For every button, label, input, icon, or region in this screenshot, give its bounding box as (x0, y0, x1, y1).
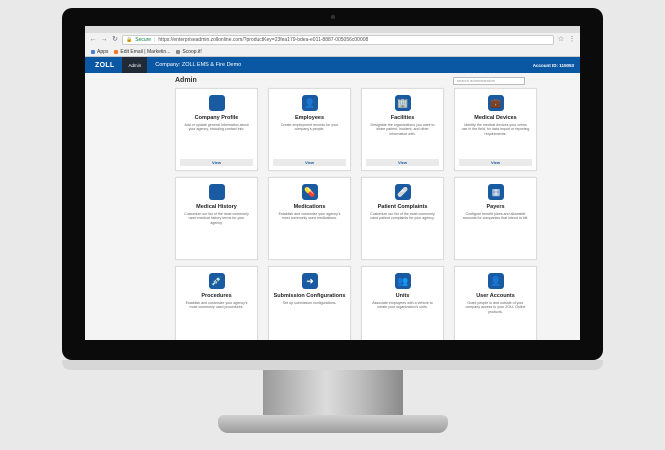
card-title: Medications (293, 204, 326, 210)
card-payers[interactable]: ▦ Payers Configure benefit plans and all… (454, 177, 537, 260)
browser-toolbar: ← → ↻ 🔒 Secure | https://enterpriseadmin… (85, 33, 580, 47)
user-account-icon: 👤 (488, 273, 504, 289)
company-icon (209, 95, 225, 111)
bookmark-edit-email[interactable]: Edit Email | Marketin... (114, 49, 170, 55)
screen: ← → ↻ 🔒 Secure | https://enterpriseadmin… (85, 26, 580, 340)
card-company-profile[interactable]: Company Profile Add or update general in… (175, 88, 258, 171)
calculator-icon: ▦ (488, 184, 504, 200)
card-description: Designate the organizations you want to … (370, 123, 435, 136)
app-header: ZOLL Admin Company: ZOLL EMS & Fire Demo… (85, 57, 580, 73)
bookmark-label: Edit Email | Marketin... (120, 48, 171, 55)
card-description: Grant people in and outside of your comp… (465, 301, 526, 314)
card-title: Submission Configurations (273, 293, 346, 299)
card-description: Configure benefit plans and allowable am… (462, 212, 529, 221)
medical-device-icon: 💼 (488, 95, 504, 111)
card-submission-configurations[interactable]: ➜ Submission Configurations Set up submi… (268, 266, 351, 340)
medical-history-icon (209, 184, 225, 200)
view-button[interactable]: View (180, 159, 253, 166)
bandage-icon: 🩹 (395, 184, 411, 200)
card-medical-devices[interactable]: 💼 Medical Devices Identify the medical d… (454, 88, 537, 171)
page-title: Admin (175, 77, 197, 84)
url-text: https://enterpriseadmin.zollonline.com/?… (158, 37, 369, 43)
card-description: Identify the medical devices your crews … (461, 123, 530, 136)
monitor-base (218, 415, 448, 433)
syringe-icon: 💉 (209, 273, 225, 289)
apps-grid-icon (91, 49, 95, 54)
card-user-accounts[interactable]: 👤 User Accounts Grant people in and outs… (454, 266, 537, 340)
card-employees[interactable]: 👤 Employees Create employment records fo… (268, 88, 351, 171)
company-name: Company: ZOLL EMS & Fire Demo (155, 62, 242, 68)
card-description: Add or update general information about … (184, 123, 249, 132)
card-description: Associate employees with a vehicle to cr… (372, 301, 433, 310)
card-title: Payers (486, 204, 505, 210)
card-description: Customize our list of the most commonly … (370, 212, 435, 221)
card-medications[interactable]: 💊 Medications Establish and customize yo… (268, 177, 351, 260)
bookmark-apps[interactable]: Apps (91, 49, 108, 55)
card-title: Facilities (390, 115, 415, 121)
main-content: Admin search administration Company Prof… (85, 73, 580, 340)
card-title: Units (395, 293, 410, 299)
bookmark-label: Apps (97, 48, 109, 55)
search-input[interactable]: search administration (453, 77, 525, 85)
monitor-stand (263, 370, 403, 420)
page-icon (176, 49, 181, 54)
card-description: Establish and customize your agency's mo… (185, 301, 248, 310)
card-title: Employees (294, 115, 325, 121)
card-patient-complaints[interactable]: 🩹 Patient Complaints Customize our list … (361, 177, 444, 260)
card-description: Create employment records for your compa… (280, 123, 339, 132)
menu-icon[interactable]: ⋮ (568, 36, 576, 44)
camera-icon (331, 15, 335, 19)
view-button[interactable]: View (459, 159, 532, 166)
monitor-chin (62, 360, 603, 370)
card-title: Patient Complaints (377, 204, 428, 210)
view-button[interactable]: View (273, 159, 346, 166)
card-units[interactable]: 👥 Units Associate employees with a vehic… (361, 266, 444, 340)
card-facilities[interactable]: 🏢 Facilities Designate the organizations… (361, 88, 444, 171)
card-medical-history[interactable]: Medical History Customize our list of th… (175, 177, 258, 260)
card-title: User Accounts (476, 293, 515, 299)
tab-admin[interactable]: Admin (122, 57, 148, 73)
card-title: Company Profile (194, 115, 239, 121)
facility-icon: 🏢 (395, 95, 411, 111)
account-id: Account ID: 115053 (532, 62, 574, 68)
hubspot-icon (114, 49, 119, 54)
bookmark-scoop[interactable]: Scoop.it! (176, 48, 202, 55)
card-title: Procedures (201, 293, 232, 299)
star-icon[interactable]: ☆ (557, 36, 565, 44)
card-title: Medical History (196, 204, 237, 210)
bookmarks-bar: Apps Edit Email | Marketin... Scoop.it! (85, 47, 580, 57)
lock-icon: 🔒 (126, 37, 133, 43)
medications-icon: 💊 (302, 184, 318, 200)
separator: | (154, 37, 156, 43)
submission-icon: ➜ (302, 273, 318, 289)
card-procedures[interactable]: 💉 Procedures Establish and customize you… (175, 266, 258, 340)
zoll-logo[interactable]: ZOLL (85, 62, 122, 69)
unit-icon: 👥 (395, 273, 411, 289)
employee-icon: 👤 (302, 95, 318, 111)
admin-card-grid: Company Profile Add or update general in… (175, 88, 537, 340)
card-description: Customize our list of the most commonly … (184, 212, 249, 225)
back-icon[interactable]: ← (89, 36, 97, 44)
secure-label: Secure (135, 37, 152, 43)
browser-titlebar (85, 26, 580, 33)
reload-icon[interactable]: ↻ (111, 36, 119, 44)
forward-icon[interactable]: → (100, 36, 108, 44)
view-button[interactable]: View (366, 159, 439, 166)
bookmark-label: Scoop.it! (182, 48, 202, 55)
card-description: Set up submission configurations. (282, 301, 337, 305)
address-bar[interactable]: 🔒 Secure | https://enterpriseadmin.zollo… (122, 35, 554, 45)
card-title: Medical Devices (474, 115, 517, 121)
card-description: Establish and customize your agency's mo… (278, 212, 341, 221)
